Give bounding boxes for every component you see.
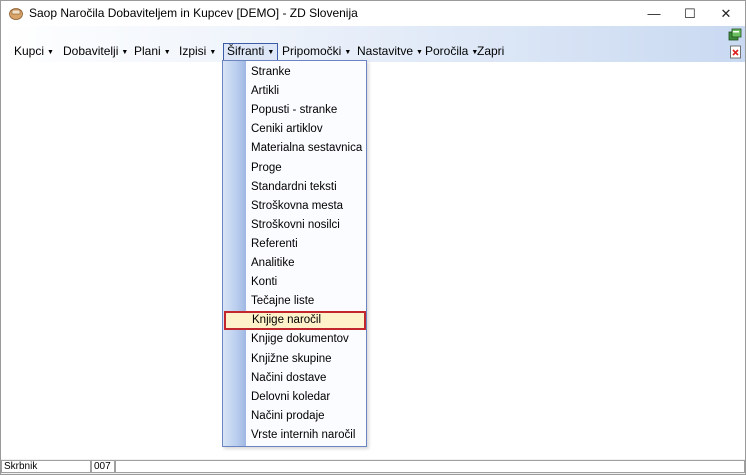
chevron-down-icon: ▼ <box>163 49 171 56</box>
dropdown-item-analitike[interactable]: Analitike <box>223 254 366 273</box>
title-bar[interactable]: Saop Naročila Dobaviteljem in Kupcev [DE… <box>1 1 745 26</box>
app-icon <box>9 8 23 20</box>
chevron-down-icon: ▼ <box>47 49 54 56</box>
status-bar: Skrbnik 007 <box>1 459 745 474</box>
dropdown-item-delovni-koledar[interactable]: Delovni koledar <box>223 388 366 407</box>
chevron-down-icon: ▼ <box>344 49 352 56</box>
dropdown-item-tecajne-liste[interactable]: Tečajne liste <box>223 292 366 311</box>
menu-izpisi[interactable]: Izpisi ▼ <box>176 43 219 61</box>
app-window: Saop Naročila Dobaviteljem in Kupcev [DE… <box>0 0 746 475</box>
menu-label: Dobavitelji <box>63 44 119 58</box>
dropdown-item-nacini-prodaje[interactable]: Načini prodaje <box>223 407 366 426</box>
sifranti-dropdown-menu: Stranke Artikli Popusti - stranke Ceniki ar… <box>222 60 367 447</box>
dropdown-item-vrste-internih-narocil[interactable]: Vrste internih naročil <box>223 426 366 445</box>
dropdown-item-konti[interactable]: Konti <box>223 273 366 292</box>
dropdown-item-materialna-sestavnica[interactable]: Materialna sestavnica <box>223 139 366 158</box>
menu-nastavitve[interactable]: Nastavitve ▼ <box>354 43 426 61</box>
status-code: 007 <box>91 460 115 473</box>
menu-label: Nastavitve <box>357 44 414 58</box>
status-message <box>115 460 745 473</box>
dropdown-item-artikli[interactable]: Artikli <box>223 82 366 101</box>
dropdown-item-knjige-dokumentov[interactable]: Knjige dokumentov <box>223 330 366 349</box>
menu-kupci[interactable]: Kupci ▼ <box>11 43 57 61</box>
maximize-icon: ☐ <box>684 5 696 21</box>
dropdown-item-knjizne-skupine[interactable]: Knjižne skupine <box>223 350 366 369</box>
dropdown-item-stroskovna-mesta[interactable]: Stroškovna mesta <box>223 197 366 216</box>
menu-sifranti[interactable]: Šifranti ▼ <box>223 43 279 61</box>
menu-plani[interactable]: Plani ▼ <box>131 43 174 61</box>
dropdown-item-proge[interactable]: Proge <box>223 159 366 178</box>
status-user: Skrbnik <box>1 460 91 473</box>
close-document-icon[interactable] <box>729 45 743 59</box>
menu-zapri[interactable]: Zapri <box>474 43 507 61</box>
window-restore-icon[interactable] <box>728 28 742 42</box>
dropdown-item-nacini-dostave[interactable]: Načini dostave <box>223 369 366 388</box>
close-button[interactable]: ✕ <box>703 1 745 26</box>
chevron-down-icon: ▼ <box>121 49 129 56</box>
dropdown-item-stranke[interactable]: Stranke <box>223 63 366 82</box>
menu-pripomocki[interactable]: Pripomočki ▼ <box>279 43 354 61</box>
menu-label: Plani <box>134 44 161 58</box>
dropdown-item-stroskovni-nosilci[interactable]: Stroškovni nosilci <box>223 216 366 235</box>
dropdown-item-ceniki-artiklov[interactable]: Ceniki artiklov <box>223 120 366 139</box>
dropdown-item-standardni-teksti[interactable]: Standardni teksti <box>223 178 366 197</box>
dropdown-item-popusti-stranke[interactable]: Popusti - stranke <box>223 101 366 120</box>
menu-label: Poročila <box>425 44 469 58</box>
minimize-icon: — <box>647 6 661 21</box>
menu-label: Šifranti <box>227 44 265 58</box>
dropdown-item-knjige-narocil[interactable]: Knjige naročil <box>224 311 366 330</box>
menu-label: Kupci <box>14 44 45 58</box>
dropdown-item-referenti[interactable]: Referenti <box>223 235 366 254</box>
close-icon: ✕ <box>720 5 732 21</box>
chevron-down-icon: ▼ <box>209 49 217 56</box>
menu-label: Izpisi <box>179 44 207 58</box>
window-title: Saop Naročila Dobaviteljem in Kupcev [DE… <box>29 6 358 20</box>
menu-label: Zapri <box>477 44 505 58</box>
chevron-down-icon: ▼ <box>267 49 275 56</box>
menu-dobavitelji[interactable]: Dobavitelji ▼ <box>60 43 131 61</box>
menu-porocila[interactable]: Poročila ▼ <box>422 43 481 61</box>
menu-label: Pripomočki <box>282 44 342 58</box>
